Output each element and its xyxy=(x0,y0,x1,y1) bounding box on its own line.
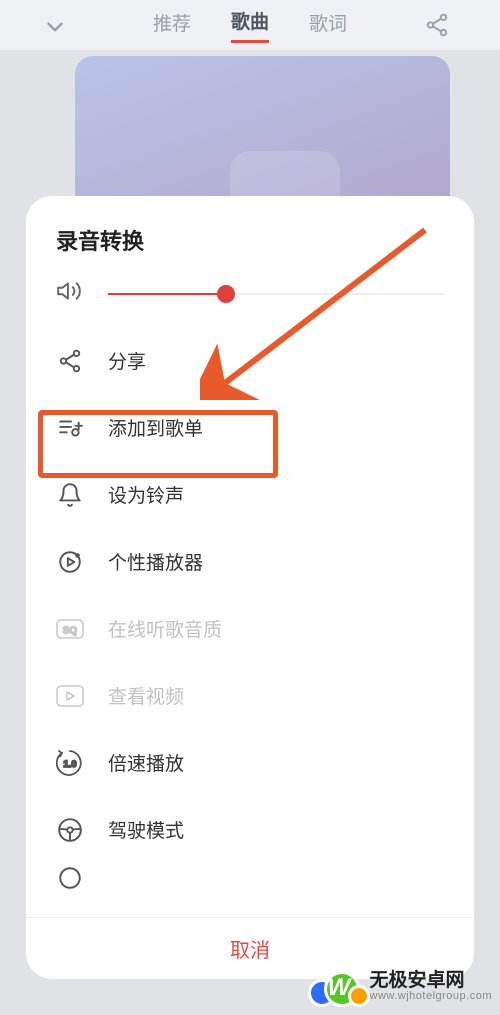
speed-icon: 1.0 xyxy=(56,749,84,777)
menu-item-driving[interactable]: 驾驶模式 xyxy=(56,796,444,863)
menu-item-label: 添加到歌单 xyxy=(108,414,203,441)
watermark: W 无极安卓网 www.wjhotelgroup.com xyxy=(308,965,493,1009)
video-icon xyxy=(56,682,84,710)
svg-text:SQ: SQ xyxy=(63,625,78,636)
watermark-title: 无极安卓网 xyxy=(370,971,493,991)
add-playlist-icon xyxy=(56,414,84,442)
background-player-header: 推荐 歌曲 歌词 xyxy=(0,0,500,50)
steering-icon xyxy=(56,816,84,844)
action-sheet: 录音转换 分享 添加到歌单 设为铃声 xyxy=(26,196,474,979)
chevron-down-icon[interactable] xyxy=(42,14,68,45)
menu-item-player-skin[interactable]: 个性播放器 xyxy=(56,528,444,595)
menu-item-quality: SQ 在线听歌音质 xyxy=(56,595,444,662)
menu-item-label: 驾驶模式 xyxy=(108,816,184,843)
menu-item-add-playlist[interactable]: 添加到歌单 xyxy=(56,394,444,461)
sheet-title: 录音转换 xyxy=(26,224,474,278)
svg-text:1.0: 1.0 xyxy=(63,759,76,770)
menu-item-label: 设为铃声 xyxy=(108,481,184,508)
tab-recommend[interactable]: 推荐 xyxy=(153,9,191,42)
menu-item-ringtone[interactable]: 设为铃声 xyxy=(56,461,444,528)
menu-item-speed[interactable]: 1.0 倍速播放 xyxy=(56,729,444,796)
bell-icon xyxy=(56,481,84,509)
player-skin-icon xyxy=(56,548,84,576)
volume-slider-fill xyxy=(108,293,226,295)
menu-item-label: 倍速播放 xyxy=(108,749,184,776)
menu-item-label: 查看视频 xyxy=(108,682,184,709)
share-icon[interactable] xyxy=(424,12,450,43)
share-icon xyxy=(56,347,84,375)
volume-slider-thumb[interactable] xyxy=(217,285,235,303)
volume-row xyxy=(26,278,474,327)
watermark-subtitle: www.wjhotelgroup.com xyxy=(370,991,493,1003)
tab-song[interactable]: 歌曲 xyxy=(231,7,269,43)
clock-icon xyxy=(56,864,84,892)
sq-quality-icon: SQ xyxy=(56,615,84,643)
sheet-menu: 分享 添加到歌单 设为铃声 个性播放器 SQ 在线听歌音质 xyxy=(26,327,474,917)
menu-item-share[interactable]: 分享 xyxy=(56,327,444,394)
volume-icon xyxy=(56,278,82,309)
menu-item-cutoff xyxy=(56,863,444,893)
watermark-logo: W xyxy=(308,965,364,1009)
menu-item-label: 在线听歌音质 xyxy=(108,615,222,642)
menu-item-video: 查看视频 xyxy=(56,662,444,729)
menu-item-label: 分享 xyxy=(108,347,146,374)
volume-slider[interactable] xyxy=(108,293,444,295)
tab-lyrics[interactable]: 歌词 xyxy=(309,9,347,42)
menu-item-label: 个性播放器 xyxy=(108,548,203,575)
